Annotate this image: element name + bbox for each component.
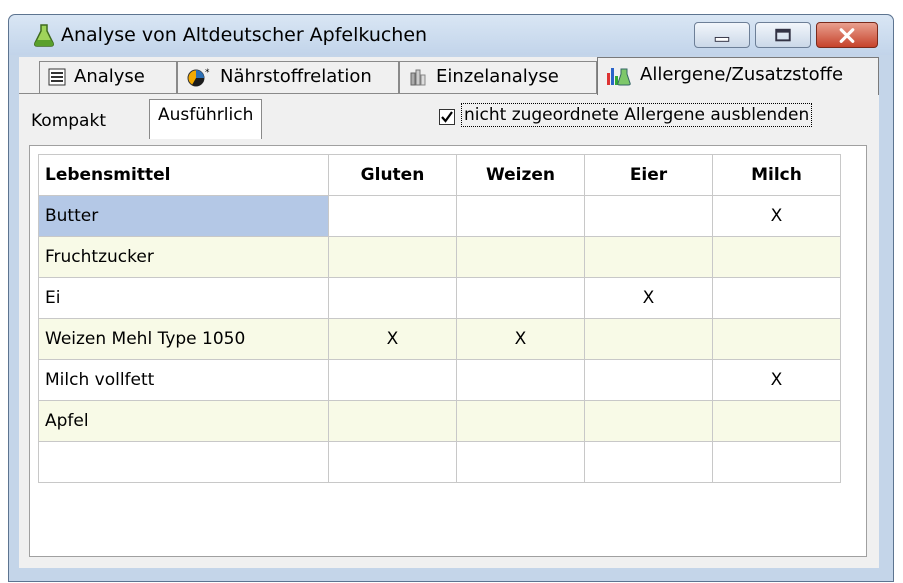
subtab-kompakt[interactable]: Kompakt [23, 104, 114, 138]
table-cell[interactable] [456, 277, 585, 319]
close-button[interactable] [816, 22, 878, 48]
tab-label: Analyse [74, 66, 145, 87]
table-cell[interactable] [712, 318, 841, 360]
table-cell[interactable] [584, 236, 713, 278]
main-tabs: Analyse * Nährstoffrelation Einzelanalys… [19, 57, 879, 95]
table-cell[interactable] [328, 195, 457, 237]
table-row[interactable]: Fruchtzucker [38, 236, 841, 278]
table-cell[interactable]: Apfel [38, 400, 329, 442]
table-cell[interactable]: Ei [38, 277, 329, 319]
column-header-lebensmittel[interactable]: Lebensmittel [38, 154, 329, 196]
title-bar: Analyse von Altdeutscher Apfelkuchen [9, 15, 893, 55]
allergen-grid: Lebensmittel Gluten Weizen Eier Milch Bu… [29, 145, 867, 557]
table-cell[interactable] [38, 441, 329, 483]
table-cell[interactable]: X [584, 277, 713, 319]
table-cell[interactable] [328, 277, 457, 319]
table-cell[interactable] [584, 195, 713, 237]
checkmark-icon [441, 111, 453, 123]
client-area: Analyse * Nährstoffrelation Einzelanalys… [19, 57, 879, 568]
table-cell[interactable]: Butter [38, 195, 329, 237]
maximize-icon [775, 28, 791, 42]
maximize-button[interactable] [755, 22, 811, 48]
table-cell[interactable] [712, 236, 841, 278]
chart-flask-icon [607, 68, 631, 86]
close-icon [839, 28, 855, 43]
flask-icon [34, 24, 54, 47]
bottles-icon [410, 69, 426, 86]
app-window: Analyse von Altdeutscher Apfelkuchen Ana… [8, 14, 894, 582]
minimize-button[interactable] [694, 22, 750, 48]
table-cell[interactable] [328, 236, 457, 278]
table-cell[interactable]: Weizen Mehl Type 1050 [38, 318, 329, 360]
table-cell[interactable]: X [456, 318, 585, 360]
table-cell[interactable]: X [328, 318, 457, 360]
table-cell[interactable]: X [712, 359, 841, 401]
tab-label: Allergene/Zusatzstoffe [640, 64, 844, 85]
column-header-weizen[interactable]: Weizen [456, 154, 585, 196]
list-icon [48, 68, 66, 86]
tab-analyse[interactable]: Analyse [39, 61, 177, 93]
tab-label: Nährstoffrelation [220, 66, 372, 87]
minimize-icon [714, 36, 730, 42]
pie-chart-icon: * [187, 68, 210, 87]
table-row[interactable]: Apfel [38, 400, 841, 442]
table-cell[interactable] [456, 359, 585, 401]
table-row[interactable]: Weizen Mehl Type 1050 X X [38, 318, 841, 360]
column-header-gluten[interactable]: Gluten [328, 154, 457, 196]
column-header-eier[interactable]: Eier [584, 154, 713, 196]
hide-unassigned-checkbox[interactable] [439, 109, 455, 125]
table-cell[interactable] [712, 400, 841, 442]
table-cell[interactable] [328, 400, 457, 442]
tab-label: Einzelanalyse [436, 66, 559, 87]
table-cell[interactable] [584, 318, 713, 360]
table-row[interactable]: Milch vollfett X [38, 359, 841, 401]
table-row[interactable]: Ei X [38, 277, 841, 319]
column-header-milch[interactable]: Milch [712, 154, 841, 196]
allergen-table: Lebensmittel Gluten Weizen Eier Milch Bu… [38, 154, 841, 483]
table-row[interactable]: Butter X [38, 195, 841, 237]
table-header-row: Lebensmittel Gluten Weizen Eier Milch [38, 154, 841, 196]
table-cell[interactable] [584, 359, 713, 401]
allergene-pane: Kompakt Ausführlich nicht zugeordnete Al… [19, 93, 879, 568]
subtab-ausfuehrlich[interactable]: Ausführlich [149, 99, 263, 139]
tab-einzelanalyse[interactable]: Einzelanalyse [399, 61, 597, 93]
table-cell[interactable] [456, 236, 585, 278]
table-cell[interactable]: Milch vollfett [38, 359, 329, 401]
table-cell[interactable] [328, 359, 457, 401]
table-cell[interactable] [584, 441, 713, 483]
table-cell[interactable] [456, 195, 585, 237]
window-title: Analyse von Altdeutscher Apfelkuchen [61, 24, 428, 46]
table-cell[interactable] [712, 441, 841, 483]
table-row[interactable] [38, 441, 841, 483]
table-cell[interactable]: X [712, 195, 841, 237]
table-cell[interactable]: Fruchtzucker [38, 236, 329, 278]
table-cell[interactable] [328, 441, 457, 483]
table-cell[interactable] [712, 277, 841, 319]
hide-unassigned-label[interactable]: nicht zugeordnete Allergene ausblenden [461, 103, 813, 127]
svg-text:*: * [205, 68, 210, 78]
table-cell[interactable] [584, 400, 713, 442]
table-cell[interactable] [456, 400, 585, 442]
tab-allergene-zusatzstoffe[interactable]: Allergene/Zusatzstoffe [597, 57, 879, 95]
tab-naehrstoffrelation[interactable]: * Nährstoffrelation [177, 61, 399, 93]
table-cell[interactable] [456, 441, 585, 483]
